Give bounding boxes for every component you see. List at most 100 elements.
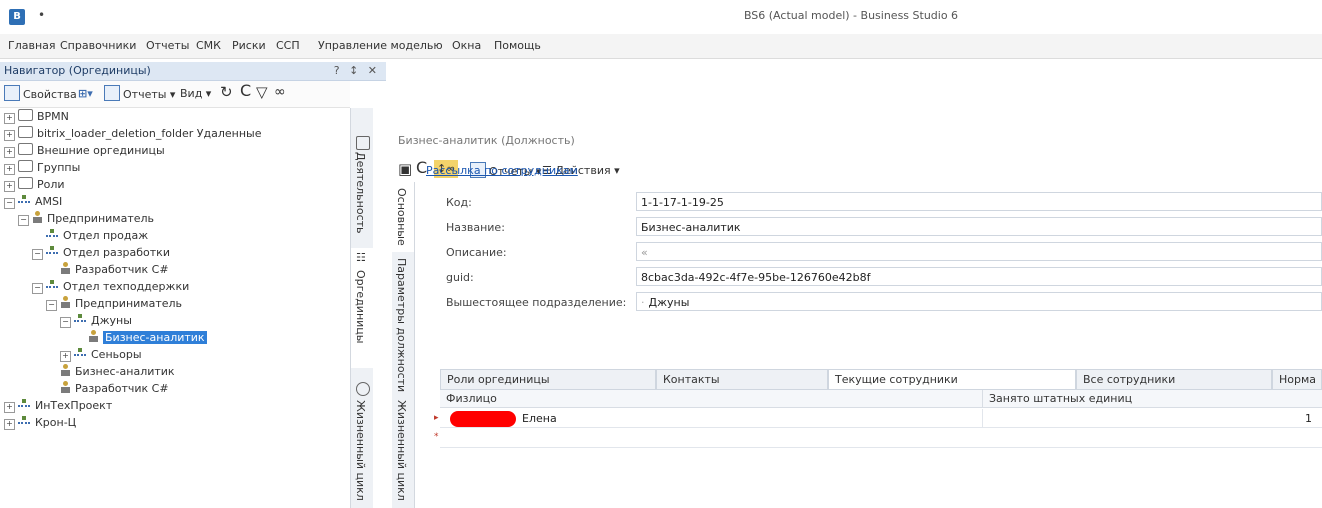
person-icon	[88, 330, 99, 343]
tree-item-label: Бизнес-аналитик	[103, 331, 207, 344]
org-icon	[74, 348, 87, 359]
menu-windows[interactable]: Окна	[452, 39, 481, 52]
menu-risks[interactable]: Риски	[232, 39, 266, 52]
menu-help[interactable]: Помощь	[494, 39, 541, 52]
expand-icon[interactable]: +	[4, 147, 15, 158]
column-header-person[interactable]: Физлицо	[440, 390, 982, 408]
person-icon	[60, 296, 71, 309]
tree-item[interactable]: + Роли	[4, 176, 65, 194]
side-tab-position-params[interactable]: Параметры должности	[392, 254, 414, 394]
code-field[interactable]: 1-1-17-1-19-25	[636, 192, 1322, 211]
tree-item[interactable]: Разработчик C#	[46, 380, 169, 398]
side-tab-org-units[interactable]: ☷ Оргединицы	[351, 248, 373, 368]
tree-item-label: Отдел техподдержки	[63, 280, 190, 293]
tree-item[interactable]: − Предприниматель	[46, 295, 182, 313]
card-form: Рассылка по сотрудникам Код: 1-1-17-1-19…	[420, 164, 1322, 364]
menu-home[interactable]: Главная	[8, 39, 56, 52]
org-structure-button[interactable]: ⊞▾	[78, 85, 93, 103]
guid-label: guid:	[446, 271, 474, 284]
employees-grid: Физлицо Занято штатных единиц ▸ Елена 1 …	[434, 390, 1322, 508]
menu-bsc[interactable]: ССП	[276, 39, 300, 52]
collapse-icon[interactable]: −	[60, 317, 71, 328]
collapse-icon[interactable]: −	[4, 198, 15, 209]
column-header-units[interactable]: Занято штатных единиц	[982, 390, 1322, 408]
tree-item[interactable]: Отдел продаж	[32, 227, 148, 245]
refresh-icon[interactable]: ↻	[220, 83, 233, 101]
parent-unit-label: Вышестоящее подразделение:	[446, 296, 627, 309]
tab-current-employees[interactable]: Текущие сотрудники	[828, 369, 1076, 389]
tree-item[interactable]: + Крон-Ц	[4, 414, 76, 432]
person-cell[interactable]: Елена	[440, 409, 982, 428]
menu-model-management[interactable]: Управление моделью	[318, 39, 443, 52]
tree-item[interactable]: − Отдел разработки	[32, 244, 170, 262]
menu-bar: Главная Справочники Отчеты СМК Риски ССП…	[0, 34, 1322, 59]
expand-icon[interactable]: +	[4, 402, 15, 413]
tab-org-unit-roles[interactable]: Роли оргединицы	[440, 369, 656, 389]
link-icon[interactable]: ∞	[274, 83, 286, 101]
menu-qms[interactable]: СМК	[196, 39, 221, 52]
tree-item[interactable]: + Сеньоры	[60, 346, 142, 364]
reload-icon[interactable]: C	[240, 82, 251, 100]
tree-item-label: Разработчик C#	[75, 263, 169, 276]
reports-button[interactable]: Отчеты ▾	[104, 85, 175, 103]
menu-references[interactable]: Справочники	[60, 39, 136, 52]
description-field[interactable]: «	[636, 242, 1322, 261]
guid-field[interactable]: 8cbac3da-492c-4f7e-95be-126760e42b8f	[636, 267, 1322, 286]
expand-icon[interactable]: +	[4, 164, 15, 175]
collapse-icon[interactable]: −	[18, 215, 29, 226]
tree-item[interactable]: + Группы	[4, 159, 80, 177]
folder-icon	[18, 160, 33, 172]
filter-icon[interactable]: ▽	[256, 83, 268, 101]
expand-icon[interactable]: +	[4, 181, 15, 192]
save-icon[interactable]: ▣	[398, 160, 412, 178]
new-row[interactable]: *	[434, 428, 1322, 448]
tree-item[interactable]: Бизнес-аналитик	[74, 329, 207, 347]
tree-item[interactable]: + BPMN	[4, 108, 69, 126]
collapse-icon[interactable]: −	[46, 300, 57, 311]
tree-item[interactable]: − Предприниматель	[18, 210, 154, 228]
side-tab-main[interactable]: Основные	[392, 182, 414, 252]
parent-unit-field[interactable]: · Джуны	[636, 292, 1322, 311]
folder-icon	[18, 109, 33, 121]
tree-item[interactable]: Разработчик C#	[46, 261, 169, 279]
navigator-window-controls[interactable]: ? ↕ ✕	[334, 64, 380, 77]
redaction-mark	[450, 411, 516, 427]
tree-item[interactable]: + Внешние оргединицы	[4, 142, 165, 160]
description-label: Описание:	[446, 246, 507, 259]
folder-icon	[18, 143, 33, 155]
tab-all-employees[interactable]: Все сотрудники	[1076, 369, 1272, 389]
tree-item-label: Внешние оргединицы	[37, 144, 165, 157]
side-tab-activity[interactable]: Деятельность	[351, 108, 373, 238]
tree-item-label: Крон-Ц	[35, 416, 77, 429]
tab-norm[interactable]: Норма	[1272, 369, 1322, 389]
side-tab-card-life-cycle[interactable]: Жизненный цикл	[392, 396, 414, 508]
tree-item-label: Группы	[37, 161, 81, 174]
navigator-tree: + BPMN + bitrix_loader_deletion_folder Удал…	[0, 108, 350, 508]
units-cell[interactable]: 1	[982, 409, 1322, 428]
tab-contacts[interactable]: Контакты	[656, 369, 828, 389]
tree-item[interactable]: + bitrix_loader_deletion_folder Удаленные	[4, 125, 262, 143]
collapse-icon[interactable]: −	[32, 249, 43, 260]
expand-icon[interactable]: +	[60, 351, 71, 362]
tree-item[interactable]: − AMSI	[4, 193, 62, 211]
tree-item[interactable]: − Джуны	[60, 312, 132, 330]
expand-icon[interactable]: +	[4, 113, 15, 124]
mailing-link[interactable]: Рассылка по сотрудникам	[426, 164, 578, 177]
tree-item-label: Разработчик C#	[75, 382, 169, 395]
org-icon	[74, 314, 87, 325]
tree-item[interactable]: + ИнТехПроект	[4, 397, 112, 415]
name-field[interactable]: Бизнес-аналитик	[636, 217, 1322, 236]
collapse-icon[interactable]: −	[32, 283, 43, 294]
expand-icon[interactable]: +	[4, 419, 15, 430]
menu-reports[interactable]: Отчеты	[146, 39, 189, 52]
expand-icon[interactable]: +	[4, 130, 15, 141]
view-button[interactable]: Вид ▾	[180, 85, 211, 103]
properties-button[interactable]: Свойства	[4, 85, 77, 103]
side-tab-life-cycle[interactable]: Жизненный цикл	[351, 378, 373, 508]
person-icon	[60, 364, 71, 377]
tree-item[interactable]: − Отдел техподдержки	[32, 278, 189, 296]
tree-item[interactable]: Бизнес-аналитик	[46, 363, 175, 381]
tree-item-label: BPMN	[37, 110, 69, 123]
table-row[interactable]: ▸ Елена 1	[434, 409, 1322, 428]
grid-tabs: Роли оргединицы Контакты Текущие сотрудн…	[440, 369, 1322, 390]
